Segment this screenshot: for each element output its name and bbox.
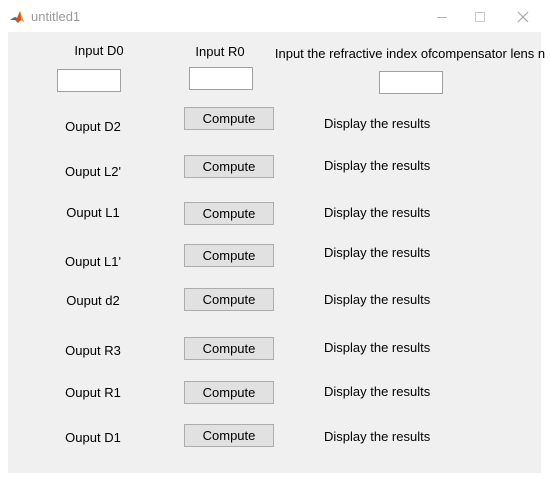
output-r1-label: Ouput R1 [65, 385, 121, 400]
output-l1-prime-label: Ouput L1' [65, 254, 121, 269]
input-n-label: Input the refractive index ofcompensator… [274, 46, 546, 61]
output-l1-label: Ouput L1 [66, 205, 120, 220]
input-d0-field[interactable] [57, 69, 121, 92]
compute-d1-button[interactable]: Compute [184, 424, 274, 447]
compute-l1-prime-button[interactable]: Compute [184, 244, 274, 267]
output-d2-lower-result: Display the results [324, 292, 431, 307]
output-l2-prime-result: Display the results [324, 158, 431, 173]
compute-r1-button[interactable]: Compute [184, 381, 274, 404]
output-r3-result: Display the results [324, 340, 431, 355]
input-r0-field[interactable] [189, 67, 253, 90]
figure-window: untitled1 Input D0 Input R0 Input the re… [0, 0, 550, 482]
window-title: untitled1 [31, 9, 81, 24]
output-l1-prime-result: Display the results [324, 245, 431, 260]
output-d1-label: Ouput D1 [65, 430, 121, 445]
compute-r3-button[interactable]: Compute [184, 337, 274, 360]
output-d2-label: Ouput D2 [65, 119, 121, 134]
output-l2-prime-label: Ouput L2' [65, 164, 121, 179]
title-bar[interactable]: untitled1 [0, 0, 550, 32]
output-d2-result: Display the results [324, 116, 431, 131]
output-r3-label: Ouput R3 [65, 343, 121, 358]
maximize-icon[interactable] [470, 7, 490, 27]
matlab-logo-icon [9, 9, 25, 25]
minimize-icon[interactable] [432, 7, 452, 27]
compute-d2-button[interactable]: Compute [184, 107, 274, 130]
compute-l1-button[interactable]: Compute [184, 202, 274, 225]
output-r1-result: Display the results [324, 384, 431, 399]
output-d1-result: Display the results [324, 429, 431, 444]
figure-panel [8, 32, 541, 473]
compute-l2-prime-button[interactable]: Compute [184, 155, 274, 178]
close-icon[interactable] [513, 7, 533, 27]
compute-d2-lower-button[interactable]: Compute [184, 288, 274, 311]
output-l1-result: Display the results [324, 205, 431, 220]
output-d2-lower-label: Ouput d2 [66, 293, 120, 308]
input-n-field[interactable] [379, 71, 443, 94]
input-r0-label: Input R0 [195, 44, 245, 59]
input-d0-label: Input D0 [74, 43, 124, 58]
